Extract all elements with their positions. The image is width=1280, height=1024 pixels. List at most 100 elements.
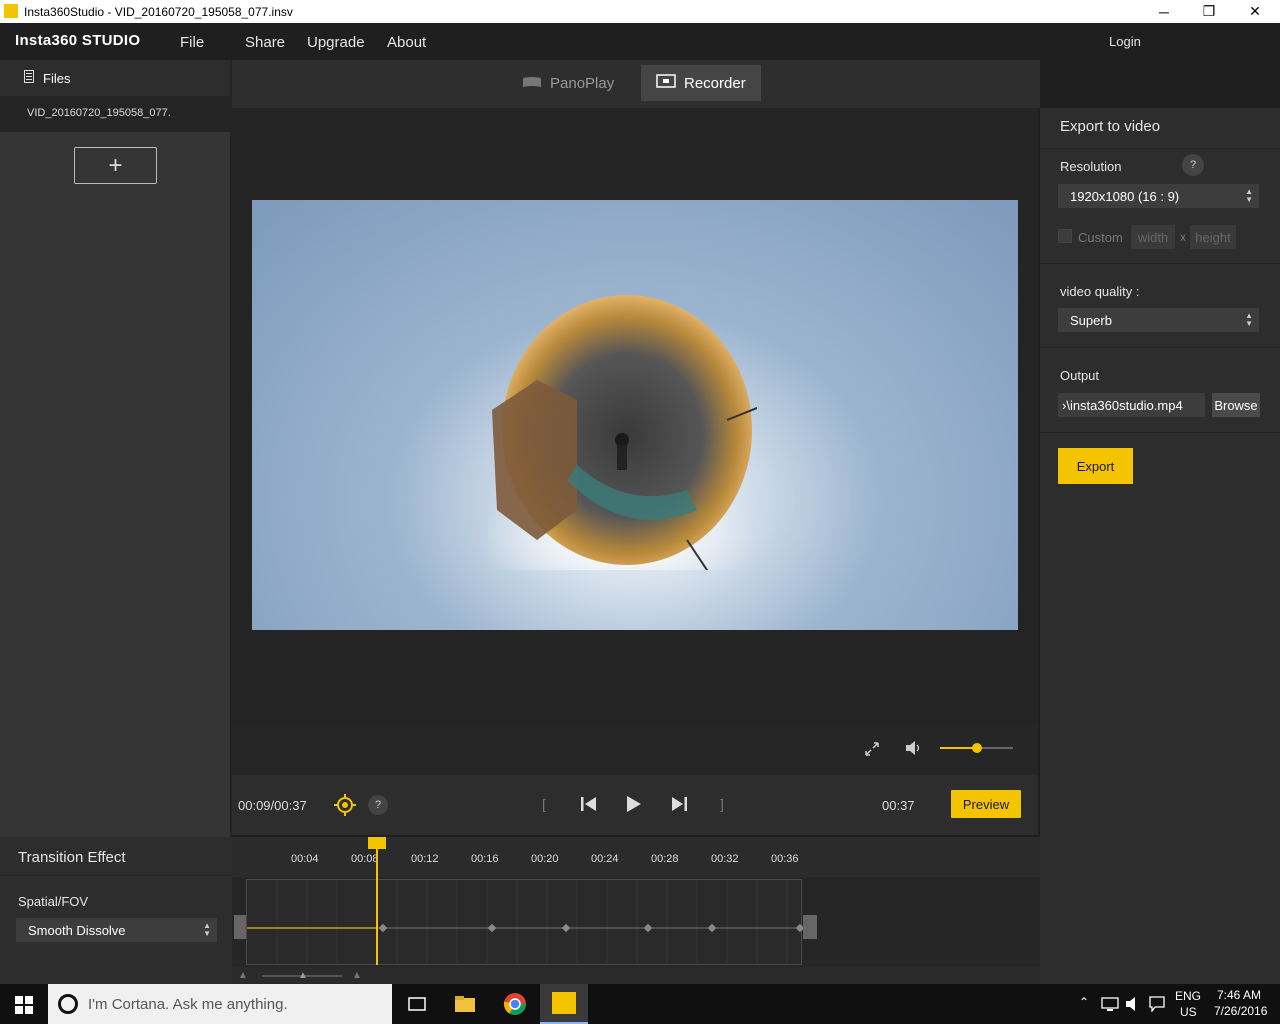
width-input[interactable]: width <box>1131 225 1175 249</box>
height-input[interactable]: height <box>1190 225 1236 249</box>
tab-recorder[interactable]: Recorder <box>641 65 761 101</box>
x-separator: x <box>1180 230 1186 244</box>
tick-label: 00:16 <box>471 853 499 865</box>
brand-logo: Insta360 STUDIO <box>15 32 141 49</box>
volume-slider-track[interactable] <box>940 743 1013 753</box>
tab-recorder-label: Recorder <box>684 74 746 92</box>
system-tray: ⌃ ENG US 7:46 AM 7/26/2016 <box>1075 984 1280 1024</box>
play-icon[interactable] <box>626 795 642 818</box>
menu-file[interactable]: File <box>180 34 204 51</box>
cortana-icon <box>58 994 78 1014</box>
locate-playhead-icon[interactable] <box>334 794 356 821</box>
export-panel: Export to video Resolution ? 1920x1080 (… <box>1040 108 1280 984</box>
output-path-input[interactable]: ›\insta360studio.mp4 <box>1058 393 1205 417</box>
output-label: Output <box>1060 368 1100 383</box>
menu-bar: Insta360 STUDIO File Share Upgrade About… <box>0 23 1280 60</box>
divider <box>0 875 232 876</box>
region-indicator[interactable]: US <box>1180 1005 1197 1019</box>
file-name: VID_20160720_195058_077. <box>27 107 171 119</box>
clock-time[interactable]: 7:46 AM <box>1217 988 1261 1002</box>
quality-label: video quality : <box>1060 284 1140 299</box>
close-button[interactable]: ✕ <box>1232 0 1278 23</box>
tab-panoplay-label: PanoPlay <box>550 74 615 92</box>
skip-back-icon[interactable] <box>580 796 598 817</box>
app-icon <box>4 4 18 18</box>
custom-checkbox[interactable] <box>1058 229 1072 243</box>
network-icon[interactable] <box>1101 996 1119 1017</box>
clock-date[interactable]: 7/26/2016 <box>1214 1004 1267 1018</box>
cortana-placeholder: I'm Cortana. Ask me anything. <box>88 996 288 1013</box>
insta360-taskbar-button[interactable] <box>540 984 588 1024</box>
skip-forward-icon[interactable] <box>670 796 688 817</box>
current-time: 00:09/00:37 <box>238 798 307 813</box>
quality-select[interactable]: Superb ▲ ▼ <box>1058 308 1259 332</box>
tray-chevron-icon[interactable]: ⌃ <box>1079 995 1089 1009</box>
video-frame[interactable] <box>252 200 1018 630</box>
preview-button[interactable]: Preview <box>951 790 1021 818</box>
export-button[interactable]: Export <box>1058 448 1133 484</box>
tick-label: 00:24 <box>591 853 619 865</box>
tick-label: 00:12 <box>411 853 439 865</box>
minimize-button[interactable]: ─ <box>1141 0 1187 23</box>
chrome-icon[interactable] <box>503 992 527 1016</box>
browse-button[interactable]: Browse <box>1212 393 1260 417</box>
language-indicator[interactable]: ENG <box>1175 989 1201 1003</box>
menu-share[interactable]: Share <box>245 34 285 51</box>
zoom-knob-icon[interactable]: ▲ <box>298 970 308 981</box>
trim-handle-right[interactable] <box>803 915 817 939</box>
trim-handle-left[interactable] <box>234 915 246 939</box>
mark-in-icon[interactable]: [ <box>542 796 546 812</box>
window-title: Insta360Studio - VID_20160720_195058_077… <box>24 5 293 19</box>
divider <box>1040 432 1280 433</box>
notification-icon[interactable] <box>1149 996 1165 1017</box>
file-explorer-icon[interactable] <box>453 992 477 1016</box>
quality-value: Superb <box>1070 312 1112 328</box>
zoom-in-icon[interactable]: ▲ <box>352 970 362 981</box>
volume-slider-knob[interactable] <box>971 743 982 753</box>
tick-label: 00:36 <box>771 853 799 865</box>
tick-label: 00:04 <box>291 853 319 865</box>
resolution-value: 1920x1080 (16 : 9) <box>1070 188 1180 204</box>
cortana-search[interactable]: I'm Cortana. Ask me anything. <box>48 984 392 1024</box>
restore-button[interactable]: ❐ <box>1186 0 1232 23</box>
fullscreen-icon[interactable] <box>864 741 880 762</box>
speaker-icon[interactable] <box>1125 996 1141 1017</box>
timeline-ruler: 00:04 00:08 00:12 00:16 00:20 00:24 00:2… <box>232 837 1040 877</box>
resolution-help-button[interactable]: ? <box>1182 154 1204 176</box>
keyframe-track <box>247 880 803 966</box>
transition-select[interactable]: Smooth Dissolve ▲ ▼ <box>16 918 217 942</box>
menu-about[interactable]: About <box>387 34 426 51</box>
spatial-fov-label: Spatial/FOV <box>18 894 89 909</box>
end-time: 00:37 <box>882 798 915 813</box>
add-file-button[interactable]: + <box>74 147 157 184</box>
divider <box>1040 148 1280 149</box>
recorder-icon <box>656 74 676 92</box>
task-view-icon[interactable] <box>405 992 429 1016</box>
help-button[interactable]: ? <box>368 795 388 815</box>
mode-tabs: PanoPlay Recorder <box>232 60 1040 108</box>
tick-label: 00:08 <box>351 853 379 865</box>
panorama-icon <box>522 75 542 92</box>
mark-out-icon[interactable]: ] <box>720 796 724 812</box>
playhead-handle[interactable] <box>368 837 386 849</box>
select-arrows-icon: ▲ ▼ <box>1245 187 1253 204</box>
insta360-app-icon <box>552 992 576 1014</box>
timeline-track[interactable] <box>246 879 803 966</box>
file-list-item[interactable]: VID_20160720_195058_077. <box>0 96 230 132</box>
login-link[interactable]: Login <box>1109 34 1141 49</box>
menu-upgrade[interactable]: Upgrade <box>307 34 365 51</box>
tick-label: 00:32 <box>711 853 739 865</box>
tick-label: 00:20 <box>531 853 559 865</box>
resolution-label: Resolution <box>1060 159 1122 174</box>
title-bar: Insta360Studio - VID_20160720_195058_077… <box>0 0 1280 23</box>
export-header: Export to video <box>1060 118 1161 135</box>
windows-start-icon[interactable] <box>15 996 33 1019</box>
zoom-out-icon[interactable]: ▲ <box>238 970 248 981</box>
transition-value: Smooth Dissolve <box>28 922 126 938</box>
volume-icon[interactable] <box>905 740 923 761</box>
resolution-select[interactable]: 1920x1080 (16 : 9) ▲ ▼ <box>1058 184 1259 208</box>
tab-panoplay[interactable]: PanoPlay <box>522 65 614 101</box>
select-arrows-icon: ▲ ▼ <box>1245 311 1253 328</box>
files-sidebar: Files VID_20160720_195058_077. + <box>0 60 232 837</box>
windows-taskbar: I'm Cortana. Ask me anything. ⌃ ENG US 7… <box>0 984 1280 1024</box>
